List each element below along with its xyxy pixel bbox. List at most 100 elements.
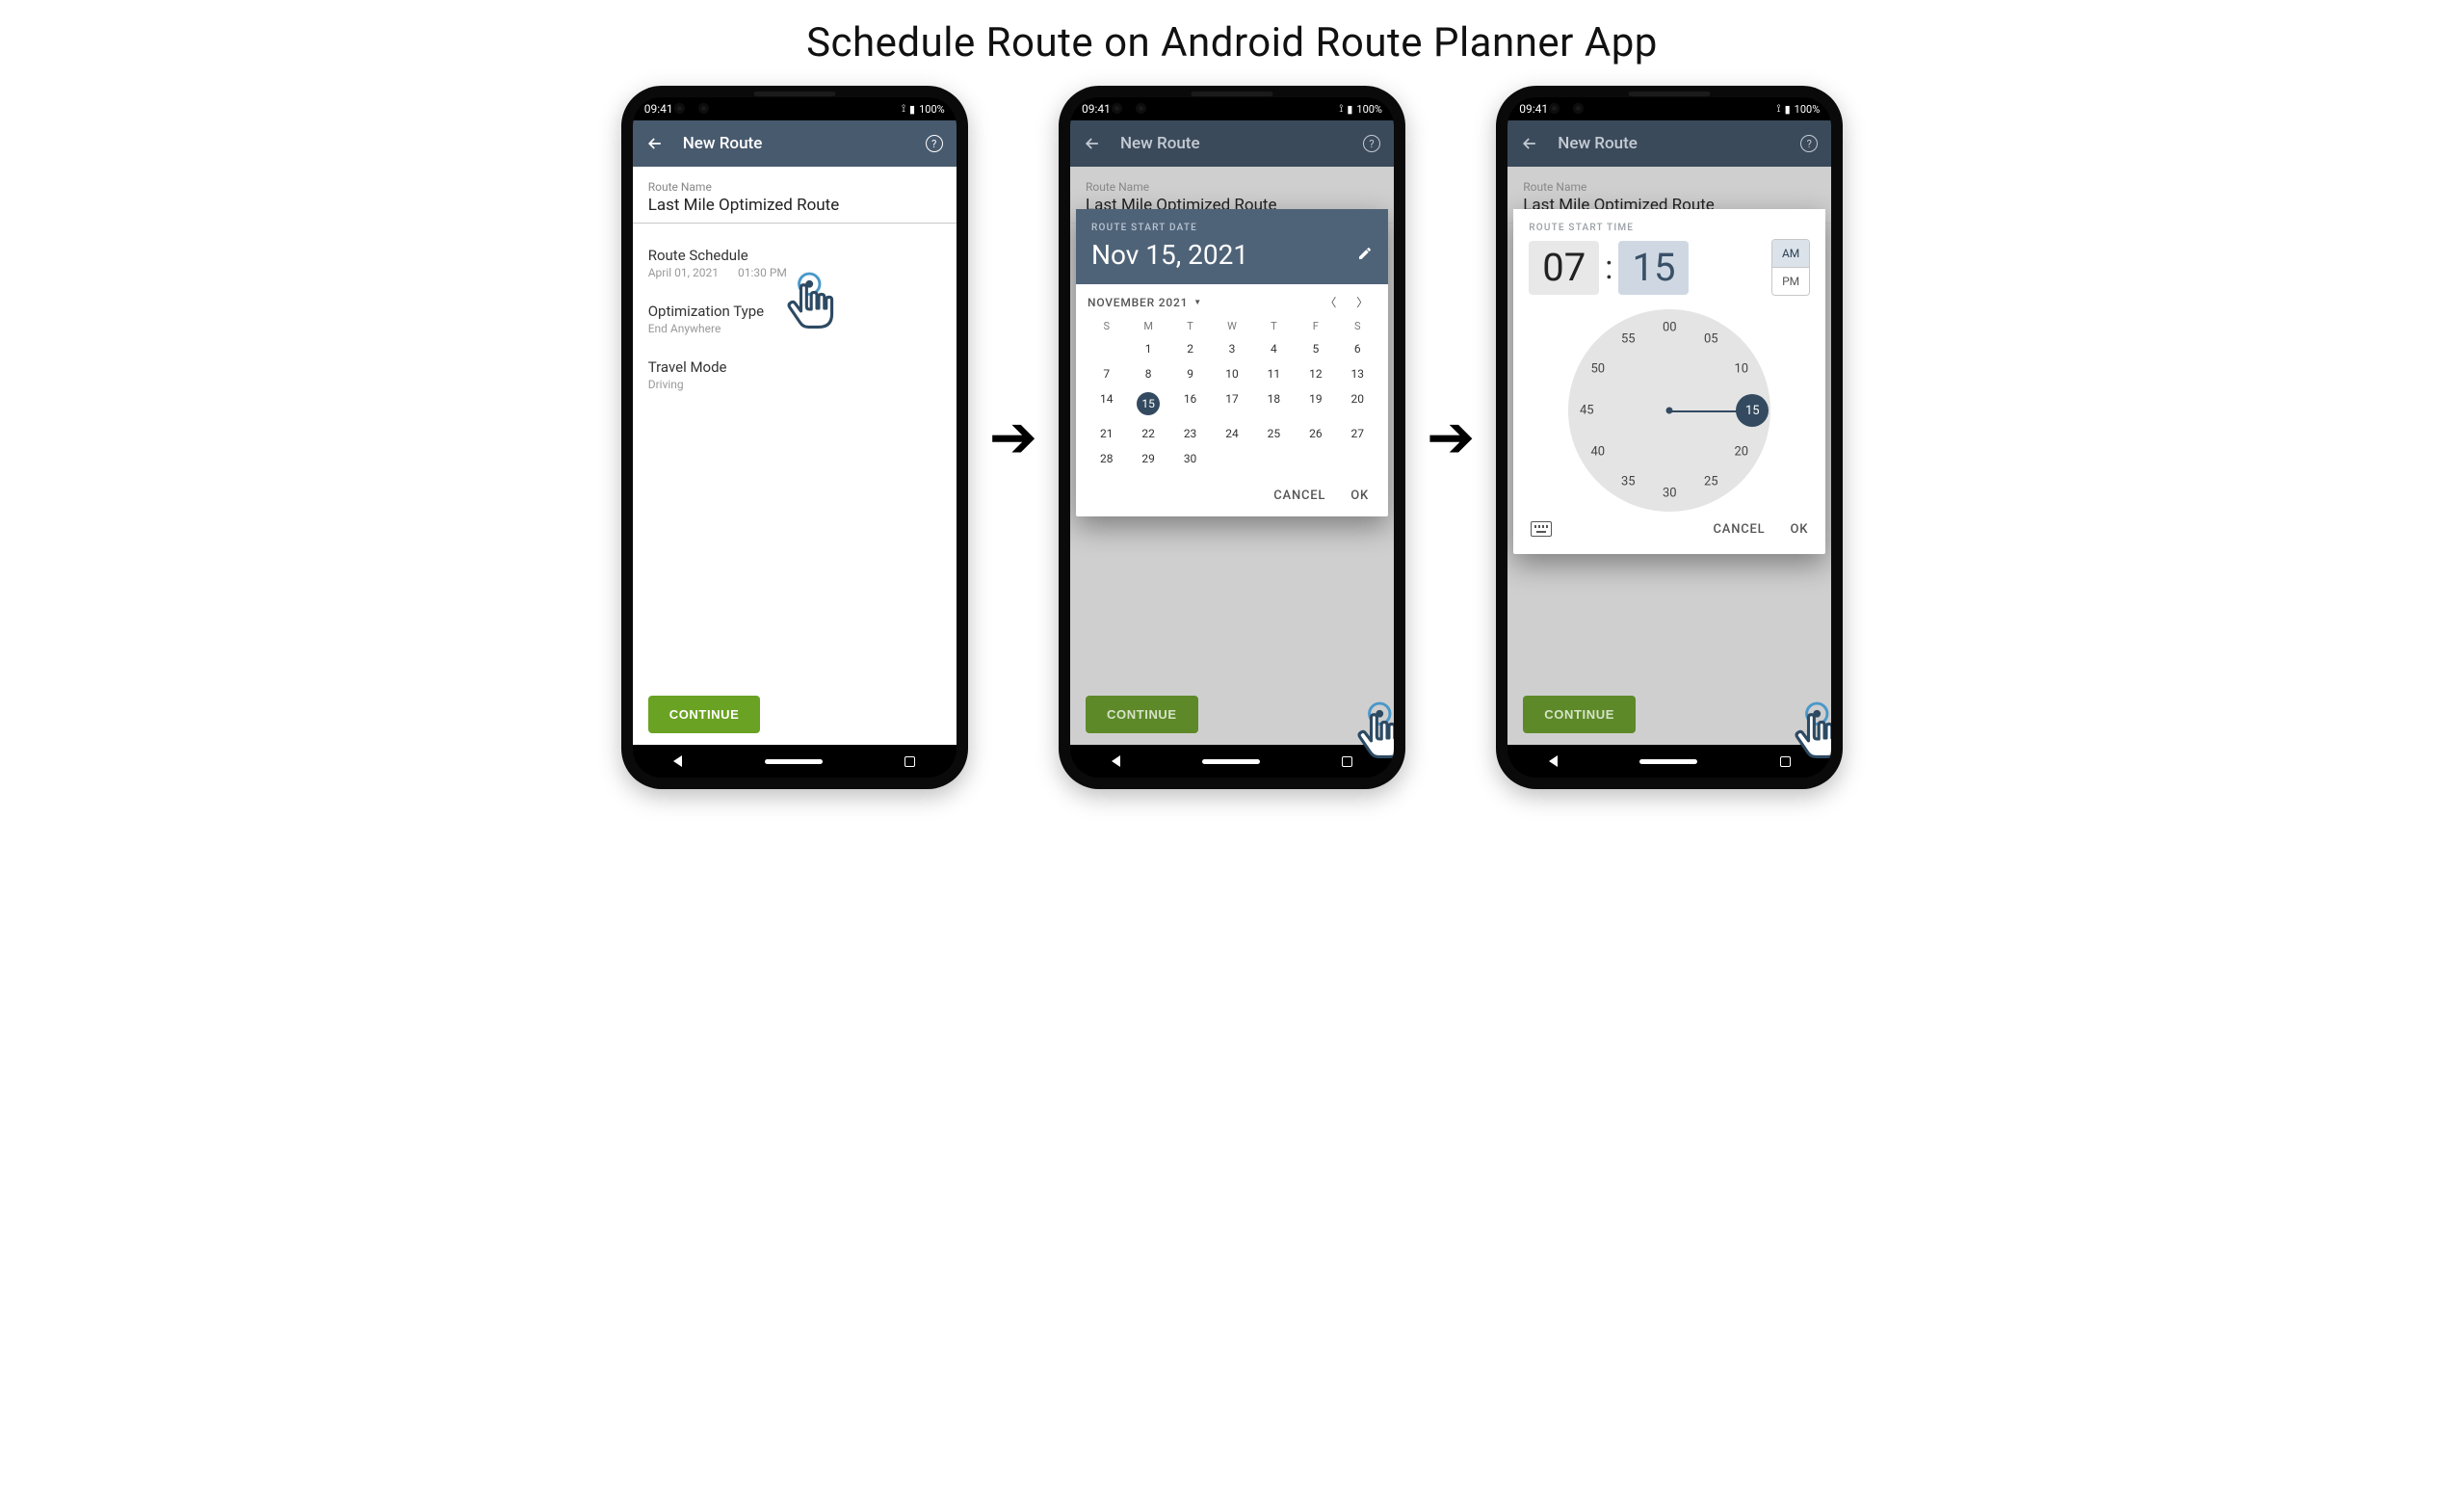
- clock-number[interactable]: 20: [1734, 445, 1748, 460]
- continue-button: CONTINUE: [1523, 696, 1636, 733]
- clock-number[interactable]: 45: [1580, 404, 1594, 418]
- am-option[interactable]: AM: [1772, 240, 1809, 267]
- appbar-title: New Route: [683, 134, 924, 153]
- calendar-dow: F: [1295, 320, 1336, 332]
- app-bar: New Route ?: [633, 120, 957, 167]
- nav-home-icon[interactable]: [1639, 759, 1697, 764]
- calendar-day[interactable]: 10: [1211, 361, 1252, 386]
- help-icon[interactable]: ?: [1361, 133, 1382, 154]
- clock-number[interactable]: 50: [1590, 362, 1605, 377]
- ampm-toggle[interactable]: AM PM: [1771, 239, 1810, 296]
- prev-month-icon[interactable]: 〈: [1324, 294, 1337, 310]
- phone-frame-2: 09:41 ⟟▮100% New Route ? Route Name Last…: [1059, 86, 1405, 789]
- android-nav-bar: [633, 745, 957, 778]
- nav-back-icon[interactable]: [1549, 755, 1558, 767]
- nav-home-icon[interactable]: [765, 759, 823, 764]
- calendar-day[interactable]: 18: [1253, 386, 1295, 421]
- route-name-label: Route Name: [1086, 180, 1378, 194]
- clock-number[interactable]: 00: [1663, 321, 1677, 335]
- calendar-day[interactable]: 2: [1169, 336, 1211, 361]
- nav-recent-icon[interactable]: [1780, 756, 1791, 767]
- travel-mode-title: Travel Mode: [648, 358, 941, 376]
- nav-back-icon[interactable]: [1112, 755, 1120, 767]
- calendar-day[interactable]: 12: [1295, 361, 1336, 386]
- help-icon[interactable]: ?: [924, 133, 945, 154]
- pm-option[interactable]: PM: [1772, 267, 1809, 295]
- clock-number[interactable]: 10: [1734, 362, 1748, 377]
- date-picker-modal: ROUTE START DATE Nov 15, 2021 NOVEMBER 2…: [1076, 209, 1388, 516]
- calendar-day[interactable]: 24: [1211, 421, 1252, 446]
- calendar-day[interactable]: 27: [1337, 421, 1378, 446]
- calendar-day[interactable]: 22: [1127, 421, 1168, 446]
- calendar-day[interactable]: 6: [1337, 336, 1378, 361]
- calendar-day[interactable]: 14: [1086, 386, 1127, 421]
- calendar-day[interactable]: 21: [1086, 421, 1127, 446]
- travel-mode-row[interactable]: Travel Mode Driving: [648, 358, 941, 391]
- calendar-day[interactable]: 26: [1295, 421, 1336, 446]
- clock-number[interactable]: 35: [1621, 475, 1636, 489]
- calendar-day[interactable]: 9: [1169, 361, 1211, 386]
- edit-date-icon[interactable]: [1357, 246, 1373, 265]
- time-cancel-button[interactable]: CANCEL: [1714, 522, 1766, 537]
- calendar-grid: SMTWTFS123456789101112131415161718192021…: [1076, 316, 1388, 477]
- calendar-day[interactable]: 8: [1127, 361, 1168, 386]
- calendar-day[interactable]: 17: [1211, 386, 1252, 421]
- back-icon[interactable]: [1519, 133, 1540, 154]
- calendar-dow: W: [1211, 320, 1252, 332]
- continue-button[interactable]: CONTINUE: [648, 696, 761, 733]
- clock-number[interactable]: 30: [1663, 487, 1677, 501]
- calendar-dow: T: [1169, 320, 1211, 332]
- calendar-day[interactable]: 5: [1295, 336, 1336, 361]
- android-nav-bar: [1070, 745, 1394, 778]
- keyboard-icon[interactable]: [1531, 521, 1552, 537]
- calendar-day[interactable]: 4: [1253, 336, 1295, 361]
- nav-recent-icon[interactable]: [904, 756, 915, 767]
- calendar-day[interactable]: 20: [1337, 386, 1378, 421]
- nav-recent-icon[interactable]: [1342, 756, 1352, 767]
- nav-home-icon[interactable]: [1202, 759, 1260, 764]
- route-name-label: Route Name: [648, 180, 941, 194]
- clock-selected-knob[interactable]: 15: [1736, 394, 1769, 427]
- calendar-day[interactable]: 28: [1086, 446, 1127, 471]
- calendar-day[interactable]: 13: [1337, 361, 1378, 386]
- calendar-day[interactable]: 1: [1127, 336, 1168, 361]
- calendar-day: [1253, 446, 1295, 471]
- tap-pointer-icon: [1355, 700, 1394, 776]
- app-bar: New Route ?: [1070, 120, 1394, 167]
- calendar-day[interactable]: 16: [1169, 386, 1211, 421]
- calendar-dow: T: [1253, 320, 1295, 332]
- route-name-label: Route Name: [1523, 180, 1816, 194]
- calendar-day[interactable]: 30: [1169, 446, 1211, 471]
- calendar-day[interactable]: 25: [1253, 421, 1295, 446]
- status-time: 09:41: [644, 102, 673, 116]
- status-battery: 100%: [1356, 103, 1382, 116]
- calendar-month-label[interactable]: NOVEMBER 2021: [1088, 296, 1188, 309]
- calendar-dow: S: [1337, 320, 1378, 332]
- date-cancel-button[interactable]: CANCEL: [1273, 488, 1325, 503]
- hour-box[interactable]: 07: [1529, 241, 1599, 295]
- calendar-day[interactable]: 19: [1295, 386, 1336, 421]
- calendar-day[interactable]: 29: [1127, 446, 1168, 471]
- calendar-day[interactable]: 7: [1086, 361, 1127, 386]
- back-icon[interactable]: [644, 133, 666, 154]
- clock-face[interactable]: 00051015202530354045505515: [1568, 309, 1770, 512]
- minute-box[interactable]: 15: [1618, 241, 1689, 295]
- calendar-day[interactable]: 15: [1127, 386, 1168, 421]
- phone-frame-3: 09:41 ⟟▮100% New Route ? Route Name Last…: [1496, 86, 1843, 789]
- nav-back-icon[interactable]: [673, 755, 682, 767]
- back-icon[interactable]: [1082, 133, 1103, 154]
- time-ok-button[interactable]: OK: [1791, 522, 1809, 537]
- clock-number[interactable]: 05: [1704, 331, 1718, 346]
- date-ok-button[interactable]: OK: [1350, 488, 1369, 503]
- help-icon[interactable]: ?: [1798, 133, 1820, 154]
- next-month-icon[interactable]: 〉: [1356, 294, 1369, 310]
- clock-number[interactable]: 55: [1621, 331, 1636, 346]
- calendar-day[interactable]: 3: [1211, 336, 1252, 361]
- clock-number[interactable]: 40: [1590, 445, 1605, 460]
- calendar-day[interactable]: 23: [1169, 421, 1211, 446]
- clock-number[interactable]: 25: [1704, 475, 1718, 489]
- route-name-field[interactable]: Route Name Last Mile Optimized Route: [648, 180, 941, 215]
- month-dropdown-icon[interactable]: ▼: [1193, 298, 1202, 306]
- calendar-day[interactable]: 11: [1253, 361, 1295, 386]
- divider: [633, 223, 957, 224]
